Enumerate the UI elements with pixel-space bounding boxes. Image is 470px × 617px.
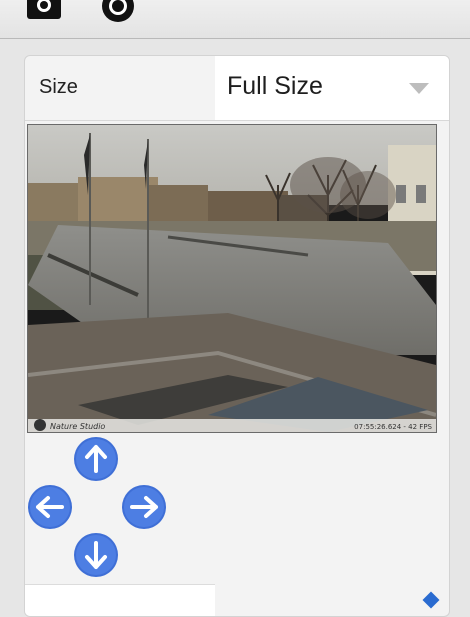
chevron-down-icon xyxy=(409,83,429,94)
arrow-up-icon[interactable] xyxy=(73,436,119,482)
size-label: Size xyxy=(39,76,78,98)
top-toolbar xyxy=(0,0,470,39)
selection-indicator-icon xyxy=(422,591,440,609)
arrow-right-icon[interactable] xyxy=(121,484,167,530)
size-row: Size Full Size xyxy=(25,56,449,121)
camera-overlay-timestamp: 07:55:26.624 - 42 FPS xyxy=(354,423,432,431)
camera-panel: Size Full Size Nature Studio 07:55:26.62… xyxy=(24,55,450,617)
arrow-left-icon[interactable] xyxy=(27,484,73,530)
arrow-down-icon[interactable] xyxy=(73,532,119,578)
size-selected-value: Full Size xyxy=(227,72,323,100)
camera-icon[interactable] xyxy=(26,0,62,25)
camera-feed-image: Nature Studio 07:55:26.624 - 42 FPS xyxy=(28,125,436,432)
bottom-select-field[interactable] xyxy=(25,584,215,616)
ptz-controls xyxy=(25,434,215,584)
size-dropdown[interactable]: Full Size xyxy=(215,56,449,120)
record-icon[interactable] xyxy=(100,0,136,29)
camera-view: Nature Studio 07:55:26.624 - 42 FPS xyxy=(27,124,437,433)
camera-overlay-brand: Nature Studio xyxy=(50,422,105,431)
